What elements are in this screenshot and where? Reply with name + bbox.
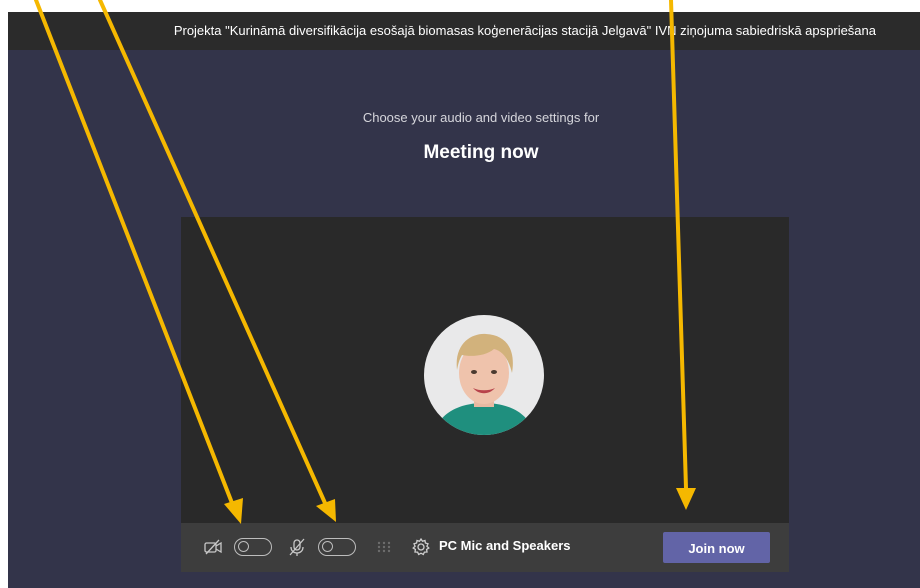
meeting-title: Meeting now bbox=[423, 142, 539, 163]
audio-device-label[interactable]: PC Mic and Speakers bbox=[439, 538, 571, 553]
mic-off-icon[interactable] bbox=[287, 537, 307, 557]
prejoin-subtitle: Choose your audio and video settings for bbox=[362, 110, 600, 125]
background-blur-icon[interactable] bbox=[375, 538, 393, 556]
device-controls-bar: PC Mic and Speakers Join now bbox=[181, 523, 789, 572]
window-title: Projekta "Kurināmā diversifikācija esoša… bbox=[8, 12, 920, 50]
gear-icon[interactable] bbox=[411, 537, 431, 557]
mic-toggle[interactable] bbox=[318, 538, 356, 556]
join-now-button[interactable]: Join now bbox=[663, 532, 770, 563]
teams-prejoin-window: Projekta "Kurināmā diversifikācija esoša… bbox=[8, 12, 920, 588]
mic-toggle-knob bbox=[322, 541, 333, 552]
camera-off-icon[interactable] bbox=[203, 537, 223, 557]
avatar bbox=[424, 315, 544, 435]
video-preview bbox=[181, 217, 789, 572]
camera-toggle-knob bbox=[238, 541, 249, 552]
camera-toggle[interactable] bbox=[234, 538, 272, 556]
